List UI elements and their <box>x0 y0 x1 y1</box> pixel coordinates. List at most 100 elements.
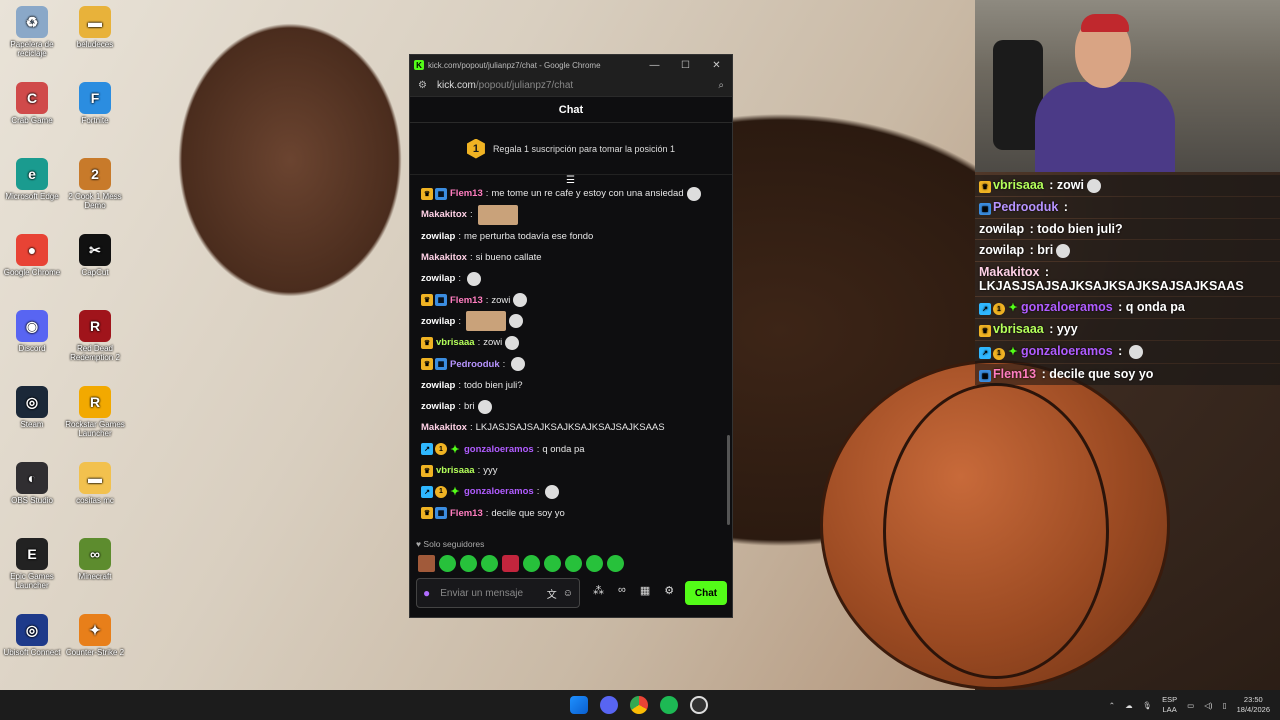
infinity-icon[interactable]: ∞ <box>618 584 626 597</box>
chat-username[interactable]: vbrisaaa <box>436 337 475 348</box>
chat-message[interactable]: Makakitox: LKJASJSAJSAJKSAJKSAJKSAJSAJKSA… <box>421 417 711 438</box>
desktop-icon[interactable]: C Crab Game <box>0 82 64 125</box>
desktop-icon[interactable]: ▬ cositas mc <box>63 462 127 505</box>
emote-8[interactable] <box>565 555 582 572</box>
chat-message[interactable]: Makakitox: si bueno callate <box>421 247 711 268</box>
tray-chevron-icon[interactable]: ⌃ <box>1109 701 1115 710</box>
url-site: kick.com <box>436 80 476 91</box>
emote-5[interactable] <box>502 555 519 572</box>
desktop-icon[interactable]: ▬ beludeces <box>63 6 127 49</box>
maximize-button[interactable]: ☐ <box>670 60 701 71</box>
emote-1[interactable] <box>418 555 435 572</box>
desktop-icon[interactable]: E Epic Games Launcher <box>0 538 64 590</box>
chat-username[interactable]: zowilap <box>421 401 455 412</box>
taskbar-discord-icon[interactable] <box>600 696 618 714</box>
chat-message[interactable]: ♛ vbrisaaa: yyy <box>421 460 711 481</box>
desktop-icon[interactable]: R Rockstar Games Launcher <box>63 386 127 438</box>
chat-username[interactable]: gonzaloeramos <box>464 486 534 497</box>
desktop-icon[interactable]: ◉ Discord <box>0 310 64 353</box>
chat-popout-window[interactable]: K kick.com/popout/julianpz7/chat - Googl… <box>409 54 733 618</box>
chat-message[interactable]: ↗ 1 ✦ gonzaloeramos: <box>421 481 711 502</box>
emote-4[interactable] <box>481 555 498 572</box>
chat-username[interactable]: zowilap <box>421 316 455 327</box>
chat-username[interactable]: Makakitox <box>421 209 467 220</box>
windows-start-icon[interactable] <box>570 696 588 714</box>
zoom-icon[interactable]: ⌕ <box>718 80 724 91</box>
emote-9[interactable] <box>586 555 603 572</box>
desktop-icon[interactable]: ◐ OBS Studio <box>0 462 64 505</box>
chat-message[interactable]: ♛ ▦ Flem13: decile que soy yo <box>421 502 711 523</box>
chat-message[interactable]: ♛ vbrisaaa: zowi <box>421 332 711 353</box>
chat-username[interactable]: Flem13 <box>450 508 483 519</box>
desktop-icon-label: Epic Games Launcher <box>10 572 54 590</box>
taskbar-obs-icon[interactable] <box>690 696 708 714</box>
chat-message[interactable]: ♛ ▦ Flem13: zowi <box>421 289 711 310</box>
tray-mic-icon[interactable]: 🎙 <box>1143 701 1153 710</box>
language-indicator[interactable]: ESP LAA <box>1162 695 1177 715</box>
emote-7[interactable] <box>544 555 561 572</box>
desktop-icon[interactable]: R Red Dead Redemption 2 <box>63 310 127 362</box>
chat-username[interactable]: vbrisaaa <box>436 465 475 476</box>
desktop-icon[interactable]: ◎ Ubisoft Connect <box>0 614 64 657</box>
settings-gear-icon[interactable]: ⚙ <box>664 584 674 597</box>
chat-username[interactable]: Flem13 <box>450 295 483 306</box>
folder-icon: ▬ <box>79 462 111 494</box>
close-button[interactable]: ✕ <box>701 60 732 71</box>
points-icon[interactable]: ⁂ <box>593 584 604 597</box>
chat-input-placeholder[interactable]: Enviar un mensaje <box>440 588 541 599</box>
desktop-icon[interactable]: ◎ Steam <box>0 386 64 429</box>
tray-cloud-icon[interactable]: ☁ <box>1125 701 1133 710</box>
chat-message[interactable]: zowilap: <box>421 268 711 289</box>
taskbar-spotify-icon[interactable] <box>660 696 678 714</box>
store-icon[interactable]: ▦ <box>640 584 650 597</box>
cat-emote-icon <box>1056 243 1071 258</box>
taskbar-chrome-icon[interactable] <box>630 696 648 714</box>
emote-2[interactable] <box>439 555 456 572</box>
emote-6[interactable] <box>523 555 540 572</box>
emote-quickbar[interactable] <box>418 555 624 572</box>
desktop-icon[interactable]: ♻ Papelera de reciclaje <box>0 6 64 58</box>
desktop-icon[interactable]: e Microsoft Edge <box>0 158 64 201</box>
minimize-button[interactable]: — <box>639 60 670 71</box>
desktop-icon[interactable]: ∞ Minecraft <box>63 538 127 581</box>
chat-username[interactable]: zowilap <box>421 273 455 284</box>
emote-3[interactable] <box>460 555 477 572</box>
tray-network-icon[interactable]: ▭ <box>1187 701 1194 710</box>
chat-message[interactable]: zowilap: todo bien juli? <box>421 375 711 396</box>
chat-scrollbar[interactable] <box>727 435 730 525</box>
chat-username[interactable]: Pedrooduk <box>450 359 500 370</box>
chat-username[interactable]: Makakitox <box>421 422 467 433</box>
desktop-icon[interactable]: 2 2 Cook 1 Mess Demo <box>63 158 127 210</box>
chat-message[interactable]: zowilap: <box>421 311 711 332</box>
tray-volume-icon[interactable]: ◁) <box>1204 701 1212 710</box>
emoji-icon[interactable]: ☺ <box>563 588 573 599</box>
chat-messages[interactable]: ♛ ▦ Flem13: me tome un re cafe y estoy con … <box>410 183 722 533</box>
desktop-icon[interactable]: F Fortnite <box>63 82 127 125</box>
chat-username[interactable]: zowilap <box>421 380 455 391</box>
tray-battery-icon[interactable]: ▯ <box>1222 701 1226 710</box>
clock[interactable]: 23:50 18/4/2026 <box>1237 695 1270 715</box>
chat-username[interactable]: zowilap <box>421 231 455 242</box>
chat-message[interactable]: ↗ 1 ✦ gonzaloeramos: q onda pa <box>421 439 711 460</box>
site-settings-icon[interactable]: ⚙ <box>418 80 427 91</box>
chat-username[interactable]: gonzaloeramos <box>464 444 534 455</box>
chat-message[interactable]: Makakitox: <box>421 204 711 225</box>
send-chat-button[interactable]: Chat <box>685 581 727 605</box>
chat-message[interactable]: ♛ ▦ Flem13: me tome un re cafe y estoy con … <box>421 183 711 204</box>
chat-username[interactable]: Flem13 <box>450 188 483 199</box>
kick-favicon-icon: K <box>414 60 424 70</box>
mic-icon[interactable]: ● <box>423 586 430 600</box>
chat-message[interactable]: zowilap: bri <box>421 396 711 417</box>
desktop-icon[interactable]: ✦ Counter-Strike 2 <box>63 614 127 657</box>
chat-message[interactable]: ♛ ▦ Pedrooduk: <box>421 353 711 374</box>
address-bar[interactable]: ⚙ kick.com /popout/julianpz7/chat ⌕ <box>410 75 732 97</box>
pinned-gift-banner[interactable]: 1 Regala 1 suscripción para tomar la pos… <box>410 123 732 175</box>
desktop-icon[interactable]: ● Google Chrome <box>0 234 64 277</box>
window-titlebar[interactable]: K kick.com/popout/julianpz7/chat - Googl… <box>410 55 732 75</box>
desktop-icon[interactable]: ✂ CapCut <box>63 234 127 277</box>
chat-input[interactable]: ● Enviar un mensaje 文 ☺ <box>416 578 580 608</box>
translate-icon[interactable]: 文 <box>547 586 557 601</box>
chat-message[interactable]: zowilap: me perturba todavía ese fondo <box>421 226 711 247</box>
chat-username[interactable]: Makakitox <box>421 252 467 263</box>
emote-10[interactable] <box>607 555 624 572</box>
